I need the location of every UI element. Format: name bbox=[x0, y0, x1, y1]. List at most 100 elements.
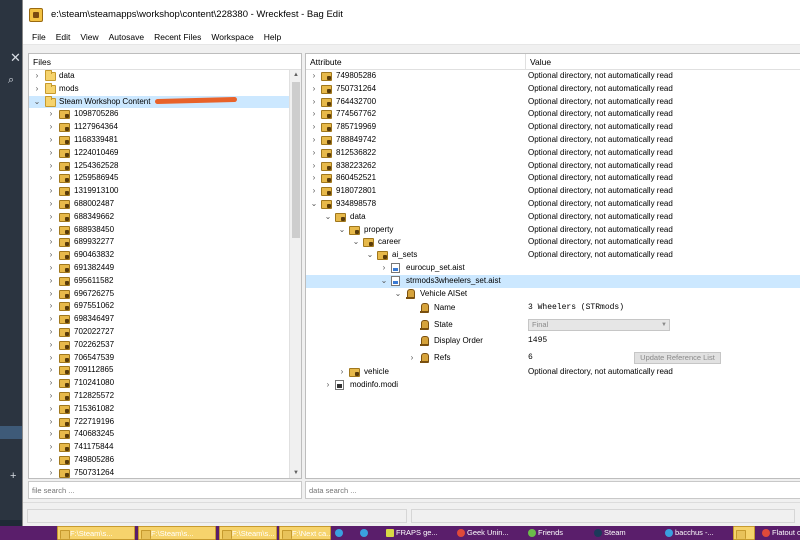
chevron-right-icon[interactable]: › bbox=[338, 366, 346, 379]
workshop-item[interactable]: › 691382449 bbox=[29, 262, 289, 275]
workshop-item[interactable]: › 696726275 bbox=[29, 288, 289, 301]
display-order-value[interactable]: 1495 bbox=[528, 333, 547, 350]
workshop-item[interactable]: › 698346497 bbox=[29, 313, 289, 326]
chevron-right-icon[interactable]: › bbox=[47, 249, 55, 262]
data-search-input[interactable] bbox=[305, 481, 800, 499]
chevron-right-icon[interactable]: › bbox=[47, 134, 55, 147]
workshop-item[interactable]: › 702262537 bbox=[29, 339, 289, 352]
workshop-item[interactable]: › 689932277 bbox=[29, 236, 289, 249]
column-attribute[interactable]: Attribute bbox=[306, 54, 526, 70]
workshop-item[interactable]: › 1259586945 bbox=[29, 172, 289, 185]
taskbar-button[interactable] bbox=[358, 526, 380, 540]
chevron-down-icon[interactable]: ⌄ bbox=[380, 275, 388, 288]
menu-edit[interactable]: Edit bbox=[51, 29, 76, 45]
eurocup-row[interactable]: › eurocup_set.aist bbox=[306, 262, 800, 275]
workshop-item[interactable]: › 688349662 bbox=[29, 211, 289, 224]
taskbar-button[interactable]: F:\Steam\s... bbox=[57, 526, 135, 540]
chevron-right-icon[interactable]: › bbox=[47, 377, 55, 390]
dir-row[interactable]: › 812536822 Optional directory, not automa… bbox=[306, 147, 800, 160]
column-value[interactable]: Value bbox=[526, 54, 551, 70]
chevron-right-icon[interactable]: › bbox=[47, 198, 55, 211]
chevron-right-icon[interactable]: › bbox=[47, 390, 55, 403]
chevron-right-icon[interactable]: › bbox=[47, 416, 55, 429]
prop-refs[interactable]: › Refs 6 Update Reference List bbox=[306, 350, 800, 367]
modinfo-row[interactable]: › modinfo.modi bbox=[306, 379, 800, 392]
chevron-right-icon[interactable]: › bbox=[310, 160, 318, 173]
chevron-down-icon[interactable]: ⌄ bbox=[33, 96, 41, 109]
chevron-right-icon[interactable]: › bbox=[47, 211, 55, 224]
title-bar[interactable]: e:\steam\steamapps\workshop\content\2283… bbox=[23, 0, 800, 29]
dir-row-expanded[interactable]: ⌄ 934898578 Optional directory, not automa… bbox=[306, 198, 800, 211]
chevron-right-icon[interactable]: › bbox=[47, 185, 55, 198]
chevron-right-icon[interactable]: › bbox=[47, 224, 55, 237]
chevron-right-icon[interactable]: › bbox=[310, 121, 318, 134]
chevron-right-icon[interactable]: › bbox=[310, 108, 318, 121]
taskbar-button[interactable]: Steam bbox=[592, 526, 660, 540]
menu-file[interactable]: File bbox=[27, 29, 51, 45]
refs-value[interactable]: 6 bbox=[528, 350, 533, 367]
chevron-right-icon[interactable]: › bbox=[47, 326, 55, 339]
chevron-right-icon[interactable]: › bbox=[408, 350, 416, 367]
taskbar-button[interactable]: FRAPS ge... bbox=[384, 526, 452, 540]
workshop-item[interactable]: › 688938450 bbox=[29, 224, 289, 237]
data-row[interactable]: ⌄ data Optional directory, not automatical… bbox=[306, 211, 800, 224]
chevron-right-icon[interactable]: › bbox=[310, 147, 318, 160]
chevron-right-icon[interactable]: › bbox=[47, 121, 55, 134]
menu-view[interactable]: View bbox=[75, 29, 103, 45]
dir-row[interactable]: › 918072801 Optional directory, not automa… bbox=[306, 185, 800, 198]
menu-recent-files[interactable]: Recent Files bbox=[149, 29, 206, 45]
workshop-item[interactable]: › 1098705286 bbox=[29, 108, 289, 121]
taskbar-button[interactable]: Geek Unin... bbox=[455, 526, 523, 540]
chevron-down-icon[interactable]: ⌄ bbox=[338, 224, 346, 237]
workshop-item[interactable]: › 712825572 bbox=[29, 390, 289, 403]
chevron-right-icon[interactable]: › bbox=[47, 300, 55, 313]
taskbar-button[interactable] bbox=[733, 526, 755, 540]
chevron-right-icon[interactable]: › bbox=[33, 70, 41, 83]
file-search-input[interactable] bbox=[28, 481, 302, 499]
prop-name[interactable]: Name 3 Wheelers (STRmods) bbox=[306, 300, 800, 317]
vehicle-row[interactable]: › vehicle Optional directory, not automati… bbox=[306, 366, 800, 379]
menu-help[interactable]: Help bbox=[259, 29, 286, 45]
scroll-up-icon[interactable]: ▲ bbox=[290, 72, 302, 78]
workshop-item[interactable]: › 702022727 bbox=[29, 326, 289, 339]
workshop-item[interactable]: › 695611582 bbox=[29, 275, 289, 288]
chevron-down-icon[interactable]: ⌄ bbox=[366, 249, 374, 262]
chevron-right-icon[interactable]: › bbox=[310, 185, 318, 198]
scroll-down-icon[interactable]: ▼ bbox=[290, 470, 302, 476]
workshop-item[interactable]: › 1127964364 bbox=[29, 121, 289, 134]
dir-row[interactable]: › 749805286 Optional directory, not automa… bbox=[306, 70, 800, 83]
chevron-right-icon[interactable]: › bbox=[310, 83, 318, 96]
chevron-right-icon[interactable]: › bbox=[47, 339, 55, 352]
workshop-item[interactable]: › 709112865 bbox=[29, 364, 289, 377]
chevron-right-icon[interactable]: › bbox=[47, 352, 55, 365]
taskbar-button[interactable]: bacchus -... bbox=[663, 526, 731, 540]
chevron-right-icon[interactable]: › bbox=[47, 364, 55, 377]
workshop-item[interactable]: › 741175844 bbox=[29, 441, 289, 454]
chevron-right-icon[interactable]: › bbox=[47, 454, 55, 467]
chevron-right-icon[interactable]: › bbox=[310, 70, 318, 83]
chevron-right-icon[interactable]: › bbox=[47, 403, 55, 416]
taskbar-button[interactable]: F:\Next ca... bbox=[279, 526, 331, 540]
chevron-right-icon[interactable]: › bbox=[47, 236, 55, 249]
prop-state[interactable]: State Final ▼ bbox=[306, 317, 800, 334]
dir-row[interactable]: › 774567762 Optional directory, not automa… bbox=[306, 108, 800, 121]
chevron-down-icon[interactable]: ⌄ bbox=[352, 236, 360, 249]
chevron-right-icon[interactable]: › bbox=[47, 147, 55, 160]
chevron-right-icon[interactable]: › bbox=[380, 262, 388, 275]
chevron-right-icon[interactable]: › bbox=[33, 83, 41, 96]
workshop-item[interactable]: › 690463832 bbox=[29, 249, 289, 262]
dir-row[interactable]: › 764432700 Optional directory, not automa… bbox=[306, 96, 800, 109]
workshop-item[interactable]: › 1224010469 bbox=[29, 147, 289, 160]
chevron-down-icon[interactable]: ⌄ bbox=[324, 211, 332, 224]
name-value[interactable]: 3 Wheelers (STRmods) bbox=[528, 300, 624, 317]
files-scrollbar[interactable]: ▲ ▼ bbox=[289, 70, 301, 478]
tree-item[interactable]: › mods bbox=[29, 82, 289, 96]
chevron-right-icon[interactable]: › bbox=[47, 108, 55, 121]
workshop-item[interactable]: › 749805286 bbox=[29, 454, 289, 467]
career-row[interactable]: ⌄ career Optional directory, not automatic… bbox=[306, 236, 800, 249]
ai-sets-row[interactable]: ⌄ ai_sets Optional directory, not automati… bbox=[306, 249, 800, 262]
dir-row[interactable]: › 860452521 Optional directory, not automa… bbox=[306, 172, 800, 185]
chevron-right-icon[interactable]: › bbox=[47, 428, 55, 441]
workshop-item[interactable]: › 697551062 bbox=[29, 300, 289, 313]
tree-item[interactable]: › data bbox=[29, 70, 289, 83]
